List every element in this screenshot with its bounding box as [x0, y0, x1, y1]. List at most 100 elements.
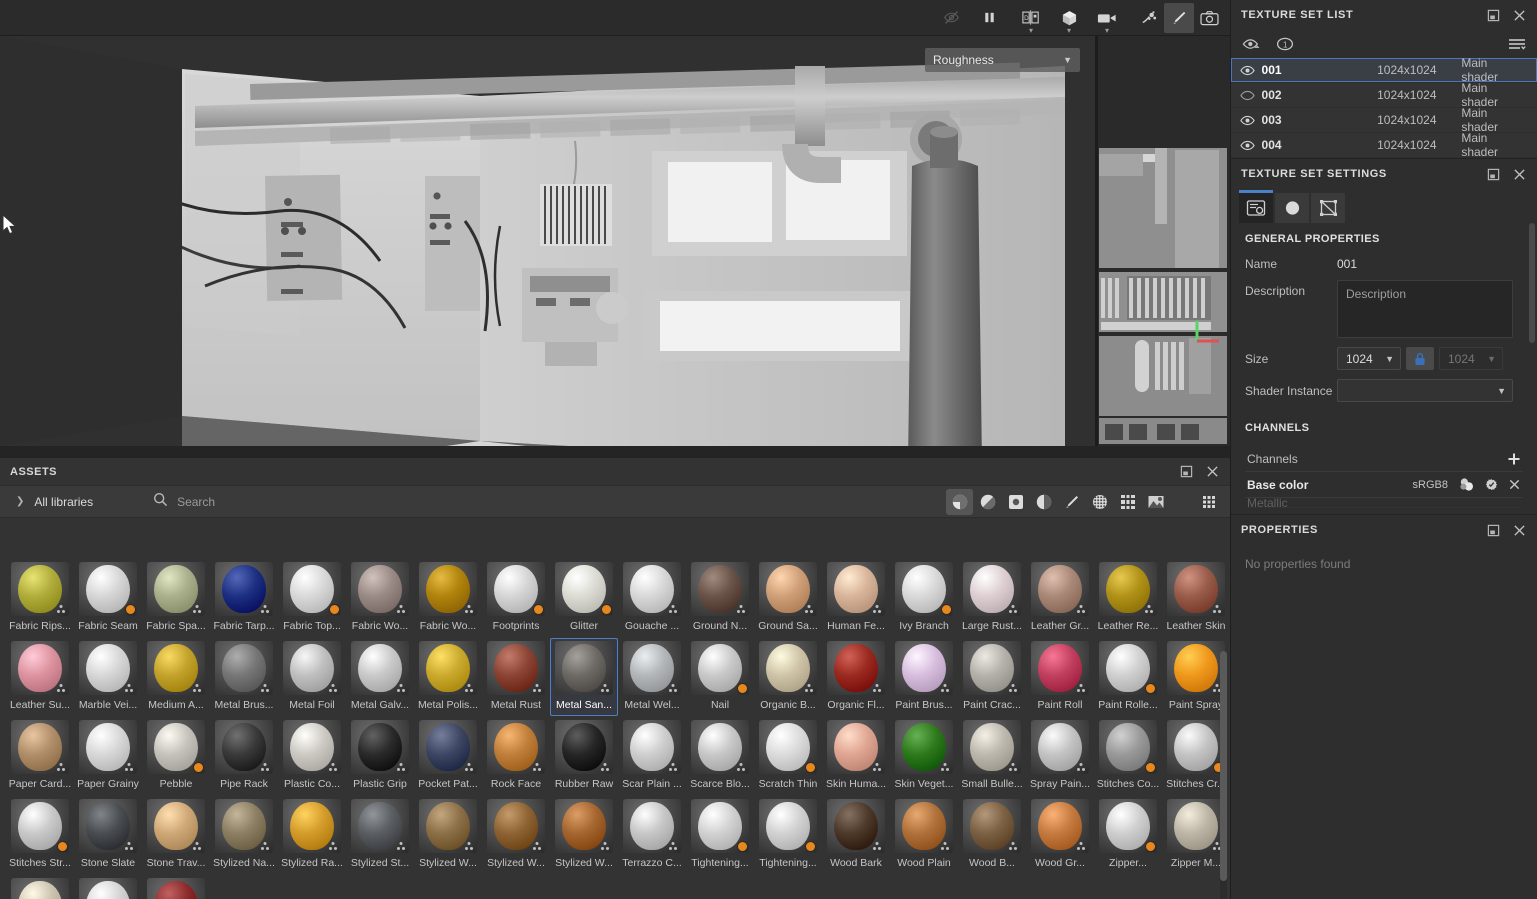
all-libraries-button[interactable]: ❯ All libraries	[8, 490, 101, 514]
asset-item[interactable]: Stitches Str...	[6, 796, 74, 874]
asset-item[interactable]: Stone Slate	[74, 796, 142, 874]
asset-item[interactable]: Organic B...	[754, 638, 822, 716]
asset-item[interactable]: Fabric Rips...	[6, 559, 74, 637]
asset-item[interactable]: Metal Polis...	[414, 638, 482, 716]
asset-item[interactable]: Pebble	[142, 717, 210, 795]
size-width-select[interactable]: 1024 ▼	[1337, 347, 1401, 370]
asset-item[interactable]: Scarce Blo...	[686, 717, 754, 795]
texture-set-row[interactable]: 002 1024x1024 Main shader	[1231, 81, 1537, 109]
asset-item[interactable]: Ground N...	[686, 559, 754, 637]
asset-item[interactable]: Gouache ...	[618, 559, 686, 637]
asset-item[interactable]: Zipper M...	[74, 875, 142, 899]
viewport-splitter[interactable]	[1095, 36, 1098, 446]
texture-set-list-undock-icon[interactable]	[1481, 4, 1505, 26]
asset-item[interactable]: Leather Su...	[6, 638, 74, 716]
asset-item[interactable]: Wood Plain	[890, 796, 958, 874]
asset-item[interactable]: Zipper M...	[6, 875, 74, 899]
texture-set-row[interactable]: 003 1024x1024 Main shader	[1231, 106, 1537, 134]
shader-instance-select[interactable]: ▼	[1337, 379, 1513, 402]
grid-view-toggle[interactable]	[1195, 489, 1222, 515]
texture-set-settings-close-icon[interactable]	[1507, 163, 1531, 185]
channel-settings-icon[interactable]	[1484, 477, 1499, 492]
assets-scrollbar[interactable]	[1220, 651, 1227, 899]
asset-item[interactable]: Leather Skin	[1162, 559, 1230, 637]
size-lock-button[interactable]	[1406, 347, 1434, 370]
channel-base-color-row[interactable]: Base color sRGB8	[1245, 472, 1523, 498]
asset-item[interactable]: Wood B...	[958, 796, 1026, 874]
texture-set-row[interactable]: 004 1024x1024 Main shader	[1231, 131, 1537, 159]
asset-item[interactable]: Organic Fl...	[822, 638, 890, 716]
eye-visible-icon[interactable]	[1240, 115, 1262, 126]
asset-item[interactable]: Scratch Thin	[754, 717, 822, 795]
asset-item[interactable]: Stylized Na...	[210, 796, 278, 874]
asset-item[interactable]: Terrazzo C...	[618, 796, 686, 874]
filter-smart-materials[interactable]	[974, 489, 1001, 515]
asset-item[interactable]: Fabric Top...	[278, 559, 346, 637]
asset-item[interactable]: Stylized Ra...	[278, 796, 346, 874]
assets-search[interactable]	[153, 490, 714, 514]
viewport-channel-dropdown[interactable]: Roughness ▼	[925, 48, 1080, 72]
asset-item[interactable]: Paint Crac...	[958, 638, 1026, 716]
pause-engine-icon[interactable]	[974, 3, 1004, 33]
hide-display-icon[interactable]	[936, 3, 966, 33]
asset-item[interactable]: Fabric Spa...	[142, 559, 210, 637]
asset-item[interactable]: Tightening...	[754, 796, 822, 874]
asset-item[interactable]: Metal Rust	[482, 638, 550, 716]
tab-mesh-maps[interactable]	[1311, 193, 1345, 223]
particles-icon[interactable]	[1134, 3, 1164, 33]
asset-item[interactable]: Stylized St...	[346, 796, 414, 874]
filter-masks[interactable]	[1002, 489, 1029, 515]
asset-item[interactable]: Stitches Co...	[1094, 717, 1162, 795]
assets-close-icon[interactable]	[1200, 461, 1224, 483]
texture-set-row[interactable]: 001 1024x1024 Main shader	[1231, 56, 1537, 84]
remove-channel-icon[interactable]	[1508, 478, 1521, 491]
asset-item[interactable]: Scar Plain ...	[618, 717, 686, 795]
asset-item[interactable]: Stone Trav...	[142, 796, 210, 874]
asset-item[interactable]: Fabric Wo...	[346, 559, 414, 637]
asset-item[interactable]: Metal Galv...	[346, 638, 414, 716]
asset-item[interactable]: Marble Vei...	[74, 638, 142, 716]
asset-item[interactable]: Pocket Pat...	[414, 717, 482, 795]
asset-item[interactable]: Paint Brus...	[890, 638, 958, 716]
asset-item[interactable]: Plastic Co...	[278, 717, 346, 795]
viewport[interactable]: Roughness ▼	[0, 36, 1230, 446]
asset-item[interactable]: Fabric Wo...	[414, 559, 482, 637]
asset-item[interactable]: Fabric Seam	[74, 559, 142, 637]
asset-item[interactable]: Stylized W...	[550, 796, 618, 874]
split-view-icon[interactable]: D ▾	[1012, 3, 1050, 34]
assets-undock-icon[interactable]	[1174, 461, 1198, 483]
asset-item[interactable]: Plastic Grip	[346, 717, 414, 795]
asset-item[interactable]: Fabric Tarp...	[210, 559, 278, 637]
asset-item[interactable]: Skin Veget...	[890, 717, 958, 795]
settings-scrollbar-thumb[interactable]	[1529, 223, 1535, 343]
asset-item[interactable]: Skin Huma...	[822, 717, 890, 795]
asset-item[interactable]: Zipper...	[1094, 796, 1162, 874]
filter-alphas[interactable]	[1086, 489, 1113, 515]
properties-undock-icon[interactable]	[1481, 519, 1505, 541]
asset-item[interactable]: Human Fe...	[822, 559, 890, 637]
filter-materials[interactable]	[946, 488, 973, 515]
assets-scrollbar-thumb[interactable]	[1220, 651, 1227, 881]
asset-item[interactable]: Metal Foil	[278, 638, 346, 716]
asset-item[interactable]: Stylized W...	[482, 796, 550, 874]
asset-item[interactable]: Rubber Raw	[550, 717, 618, 795]
filter-brushes[interactable]	[1058, 489, 1085, 515]
screenshot-icon[interactable]	[1194, 3, 1224, 33]
filter-smart-masks[interactable]	[1030, 489, 1057, 515]
eye-hidden-icon[interactable]	[1240, 90, 1262, 101]
asset-item[interactable]: Small Bulle...	[958, 717, 1026, 795]
assets-scroll-area[interactable]: Fabric Rips... Fabric Seam Fabric Spa... Fa…	[0, 551, 1230, 899]
properties-close-icon[interactable]	[1507, 519, 1531, 541]
eye-visible-icon[interactable]	[1240, 65, 1262, 76]
asset-item[interactable]: Leather Re...	[1094, 559, 1162, 637]
color-space-icon[interactable]	[1459, 477, 1475, 492]
asset-item[interactable]: Nail	[686, 638, 754, 716]
asset-item[interactable]: Metal San...	[550, 638, 618, 716]
asset-item[interactable]: Medium A...	[142, 638, 210, 716]
asset-item[interactable]: Paint Rolle...	[1094, 638, 1162, 716]
asset-item[interactable]: Wood Gr...	[1026, 796, 1094, 874]
asset-item[interactable]: Ivy Branch	[890, 559, 958, 637]
texture-set-list-close-icon[interactable]	[1507, 4, 1531, 26]
asset-item[interactable]: Paint Roll	[1026, 638, 1094, 716]
viewport-2d-uv[interactable]: Roughness	[1097, 36, 1230, 446]
